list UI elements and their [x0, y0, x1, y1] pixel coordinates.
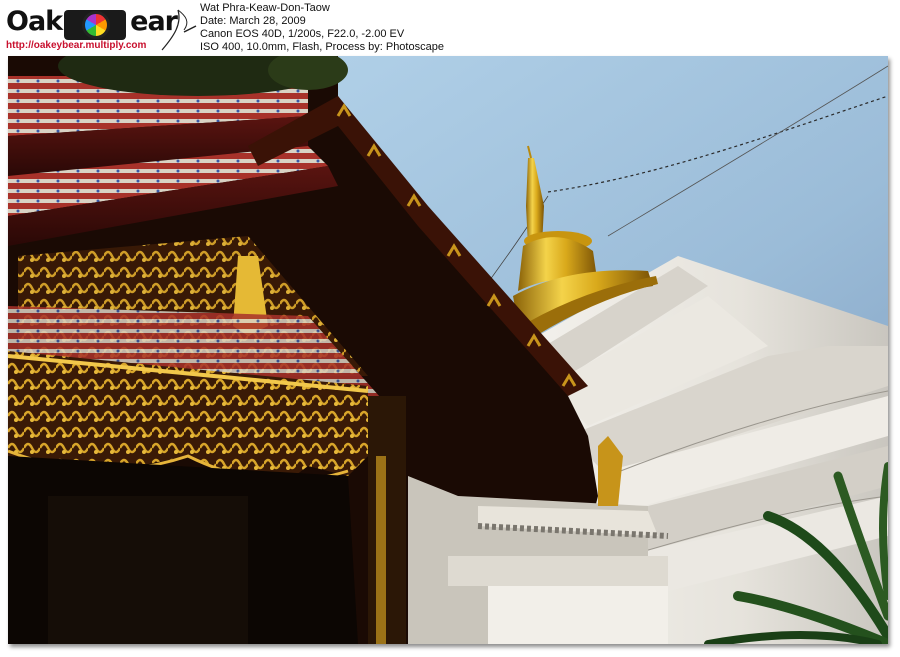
- temple-scene: [8, 56, 888, 644]
- swoosh-icon: [161, 9, 197, 51]
- iso-settings: ISO 400, 10.0mm, Flash, Process by: Phot…: [200, 41, 444, 53]
- website-url[interactable]: http://oakeybear.multiply.com: [6, 40, 146, 51]
- logo-text: Oak ear: [6, 6, 178, 37]
- temple-photo: [8, 56, 888, 644]
- photo-date: Date: March 28, 2009: [200, 15, 306, 27]
- photo-frame: Oak ear http://oakeybear.multiply.com Wat…: [0, 0, 900, 657]
- exif-info: Wat Phra-Keaw-Don-Taow Date: March 28, 2…: [200, 2, 444, 54]
- photo-title: Wat Phra-Keaw-Don-Taow: [200, 2, 330, 14]
- camera-settings: Canon EOS 40D, 1/200s, F22.0, -2.00 EV: [200, 28, 405, 40]
- watermark-header: Oak ear http://oakeybear.multiply.com Wat…: [0, 0, 900, 56]
- oakeybear-logo[interactable]: Oak ear: [6, 4, 197, 51]
